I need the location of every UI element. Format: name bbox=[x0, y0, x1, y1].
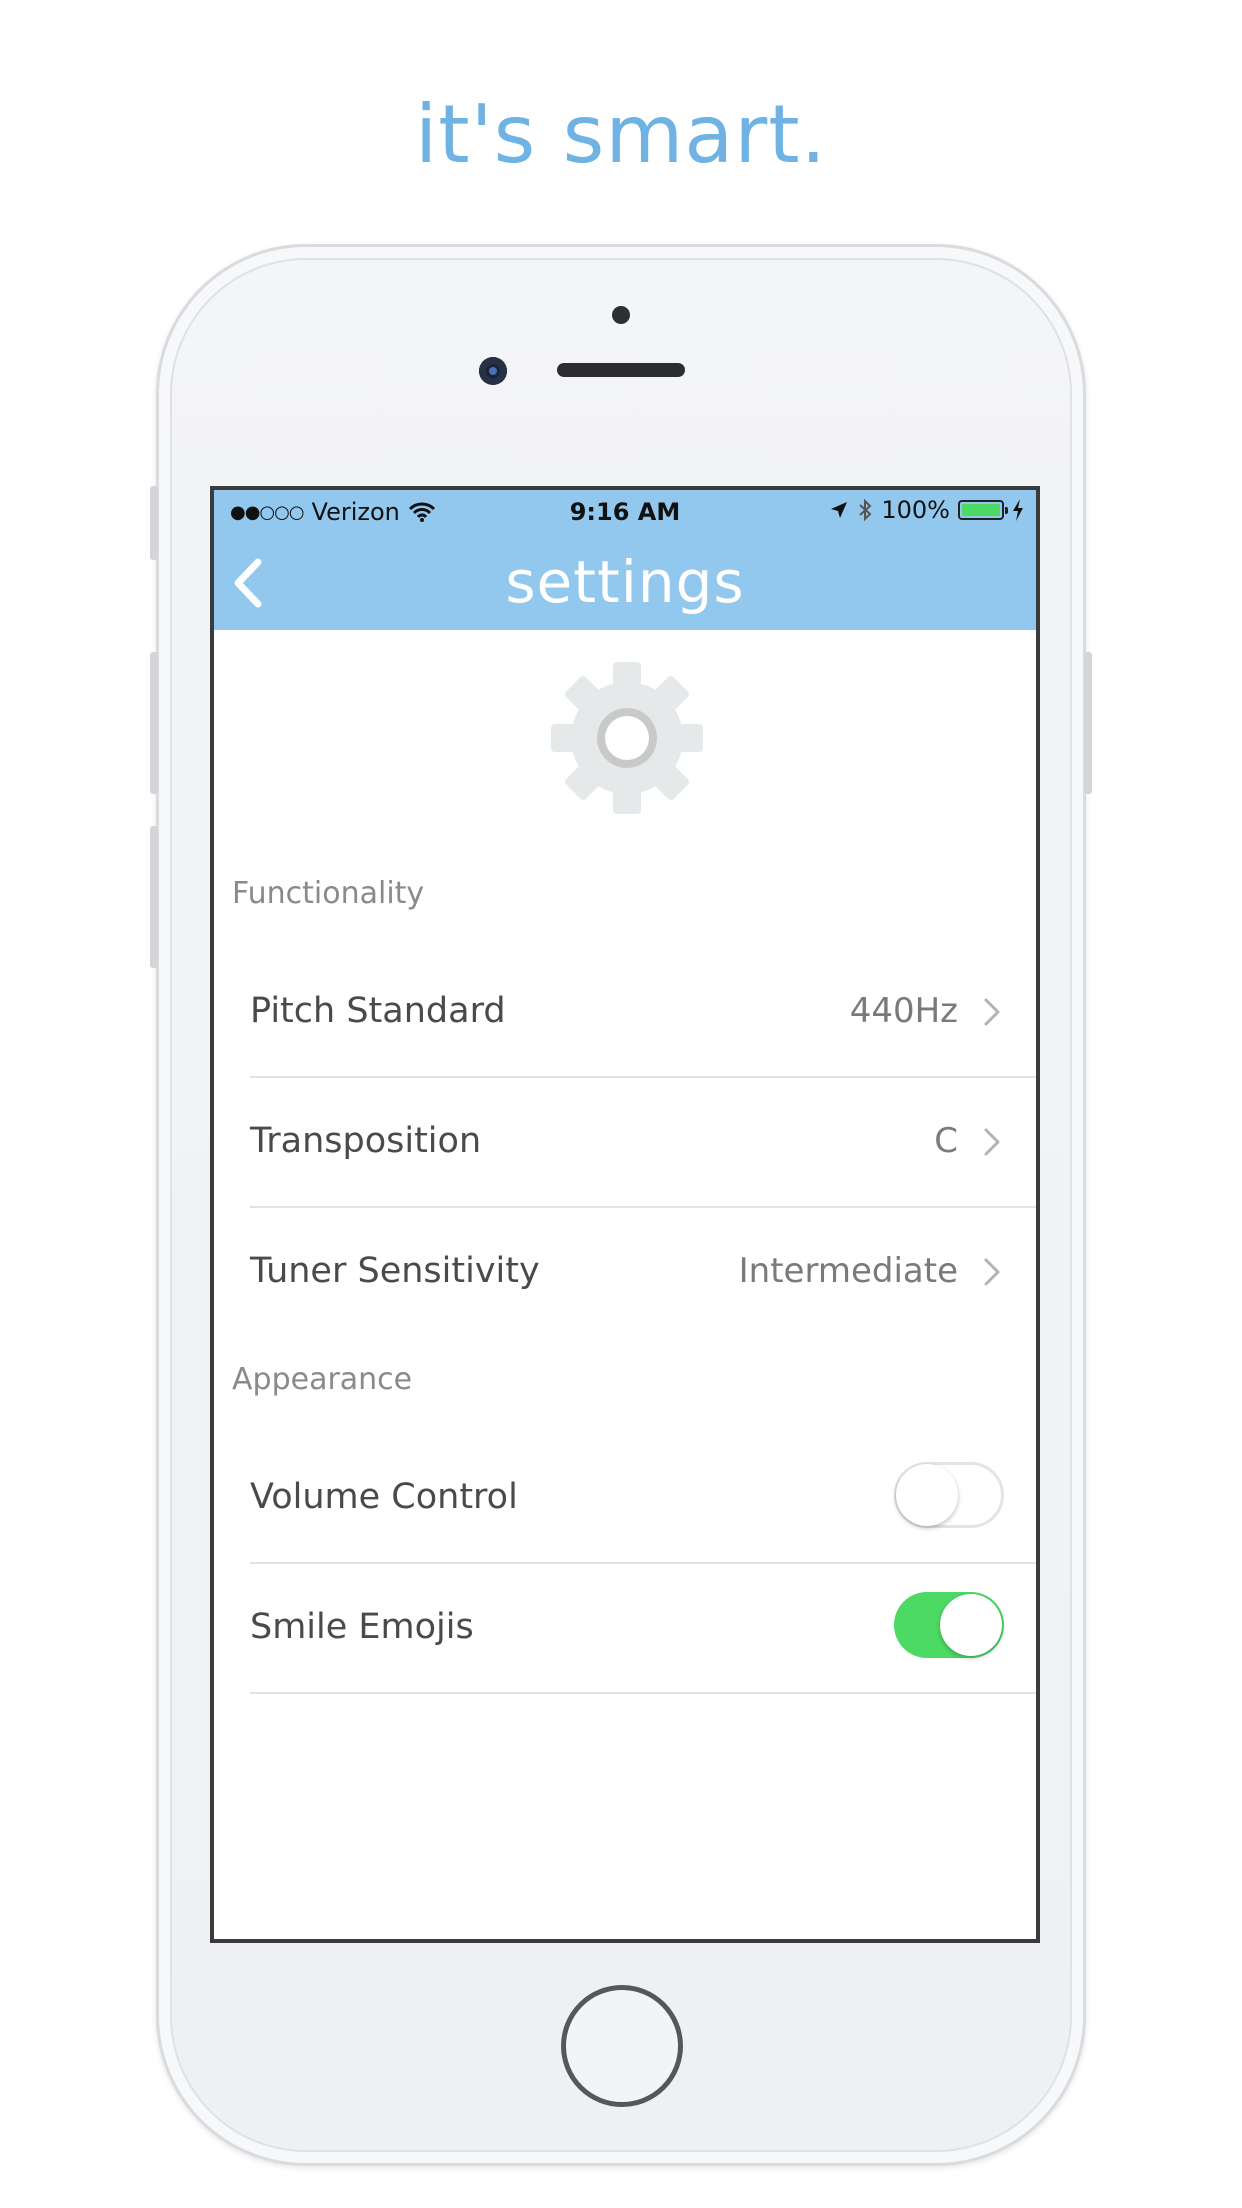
charging-bolt-icon bbox=[1013, 499, 1023, 521]
proximity-sensor bbox=[612, 306, 630, 324]
row-value: Intermediate bbox=[738, 1251, 958, 1291]
gear-icon bbox=[551, 662, 703, 814]
location-arrow-icon bbox=[831, 502, 848, 518]
row-label: Smile Emojis bbox=[250, 1607, 474, 1647]
home-button[interactable] bbox=[561, 1985, 683, 2107]
row-label: Volume Control bbox=[250, 1477, 518, 1517]
row-value: C bbox=[934, 1121, 958, 1161]
navigation-bar: settings bbox=[214, 534, 1036, 630]
earpiece-speaker bbox=[557, 363, 685, 377]
transposition-row[interactable]: Transposition C bbox=[214, 1076, 1036, 1206]
headline: it's smart. bbox=[414, 88, 827, 181]
chevron-right-icon bbox=[984, 1258, 1000, 1286]
battery-percent: 100% bbox=[881, 496, 950, 524]
tuner-sensitivity-row[interactable]: Tuner Sensitivity Intermediate bbox=[214, 1206, 1036, 1336]
section-header-appearance: Appearance bbox=[232, 1362, 413, 1397]
bluetooth-icon bbox=[859, 498, 872, 522]
toggle-knob bbox=[940, 1594, 1002, 1656]
power-button bbox=[1084, 652, 1092, 794]
app-screen: ●●○○○ Verizon 9:16 AM 100% settings Func… bbox=[210, 486, 1040, 1943]
volume-control-row: Volume Control bbox=[214, 1432, 1036, 1562]
smile-emojis-toggle[interactable] bbox=[894, 1592, 1004, 1658]
toggle-knob bbox=[896, 1464, 958, 1526]
battery-icon bbox=[958, 500, 1008, 520]
row-label: Pitch Standard bbox=[250, 991, 506, 1031]
row-value: 440Hz bbox=[849, 991, 958, 1031]
pitch-standard-row[interactable]: Pitch Standard 440Hz bbox=[214, 946, 1036, 1076]
volume-down-button bbox=[150, 826, 158, 968]
status-bar: ●●○○○ Verizon 9:16 AM 100% bbox=[214, 490, 1036, 534]
chevron-right-icon bbox=[984, 998, 1000, 1026]
smile-emojis-row: Smile Emojis bbox=[214, 1562, 1036, 1692]
row-divider bbox=[250, 1692, 1036, 1694]
chevron-right-icon bbox=[984, 1128, 1000, 1156]
section-header-functionality: Functionality bbox=[232, 876, 425, 911]
mute-switch bbox=[150, 486, 158, 560]
volume-up-button bbox=[150, 652, 158, 794]
front-camera bbox=[479, 357, 507, 385]
row-label: Tuner Sensitivity bbox=[250, 1251, 540, 1291]
page-title: settings bbox=[505, 548, 745, 616]
volume-control-toggle[interactable] bbox=[894, 1462, 1004, 1528]
row-label: Transposition bbox=[250, 1121, 482, 1161]
